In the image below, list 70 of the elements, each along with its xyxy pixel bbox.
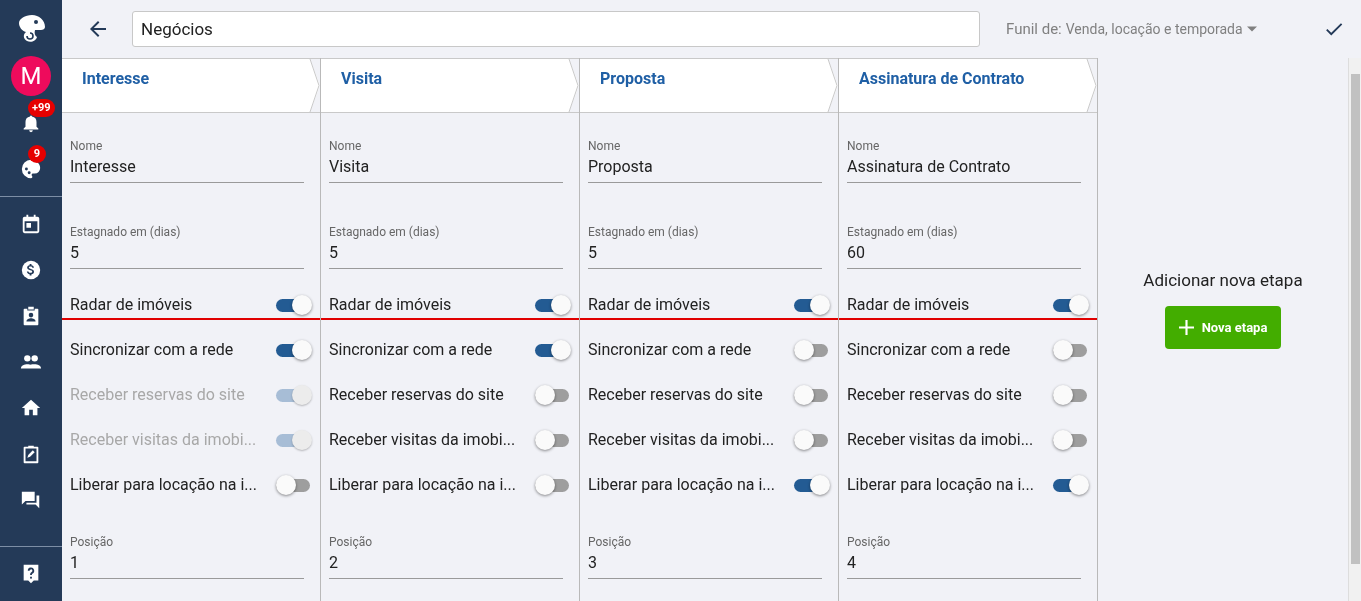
toggle-label: Sincronizar com a rede (70, 340, 234, 359)
toggle-switch[interactable] (1053, 428, 1089, 451)
toggle-label: Sincronizar com a rede (588, 340, 752, 359)
notification-badge: +99 (28, 99, 55, 117)
text-field[interactable]: Posição 1 (70, 535, 304, 579)
toggle-switch[interactable] (1053, 383, 1089, 406)
toggle-switch[interactable] (535, 473, 571, 496)
stage-header[interactable]: Proposta (580, 58, 838, 113)
toggle-label: Liberar para locação na i... (329, 475, 516, 494)
palette-icon[interactable] (20, 158, 42, 180)
toggle-switch[interactable] (276, 293, 312, 316)
text-field[interactable]: Nome Visita (329, 139, 563, 183)
chevron-icon (827, 59, 838, 112)
caret-icon (1246, 26, 1257, 32)
toggle-switch[interactable] (1053, 293, 1089, 316)
toggle-label: Receber reservas do site (588, 385, 763, 404)
add-stage-title: Adicionar nova etapa (1143, 270, 1303, 290)
toggle-label: Sincronizar com a rede (329, 340, 493, 359)
toggle-label: Liberar para locação na i... (588, 475, 775, 494)
dollar-icon[interactable] (20, 259, 42, 281)
toggle-switch[interactable] (1053, 473, 1089, 496)
toggle-label: Sincronizar com a rede (847, 340, 1011, 359)
toggle-label: Receber visitas da imobi... (70, 430, 257, 449)
toggle-label: Receber visitas da imobi... (329, 430, 516, 449)
toggle-switch[interactable] (794, 338, 830, 361)
toggle-switch[interactable] (794, 473, 830, 496)
text-field[interactable]: Posição 3 (588, 535, 822, 579)
toggle-label: Liberar para locação na i... (70, 475, 257, 494)
text-field[interactable]: Estagnado em (dias) 60 (847, 225, 1081, 269)
funnel-dropdown[interactable]: Funil de: Venda, locação e temporada (1006, 20, 1257, 38)
text-field[interactable]: Nome Assinatura de Contrato (847, 139, 1081, 183)
text-field[interactable]: Estagnado em (dias) 5 (588, 225, 822, 269)
toggle-switch[interactable] (535, 293, 571, 316)
toggle-switch[interactable] (276, 338, 312, 361)
toggle-switch[interactable] (794, 428, 830, 451)
toggle-label: Radar de imóveis (588, 295, 711, 314)
text-field[interactable]: Nome Interesse (70, 139, 304, 183)
notification-badge: 9 (28, 145, 46, 163)
toggle-label: Radar de imóveis (329, 295, 452, 314)
toggle-label: Receber reservas do site (329, 385, 504, 404)
toggle-label: Receber reservas do site (70, 385, 245, 404)
toggle-label: Radar de imóveis (847, 295, 970, 314)
user-avatar[interactable]: M (11, 56, 51, 96)
toggle-switch[interactable] (535, 383, 571, 406)
toggle-label: Liberar para locação na i... (847, 475, 1034, 494)
title-field[interactable]: Negócios (132, 11, 980, 47)
scrollbar[interactable] (1348, 58, 1361, 601)
stage-header[interactable]: Visita (321, 58, 579, 113)
text-field[interactable]: Posição 2 (329, 535, 563, 579)
toggle-switch[interactable] (535, 338, 571, 361)
text-field[interactable]: Posição 4 (847, 535, 1081, 579)
toggle-switch[interactable] (535, 428, 571, 451)
toggle-label: Receber reservas do site (847, 385, 1022, 404)
chevron-icon (568, 59, 579, 112)
text-field[interactable]: Estagnado em (dias) 5 (329, 225, 563, 269)
chevron-icon (309, 59, 320, 112)
toggle-switch[interactable] (1053, 338, 1089, 361)
chevron-icon (1086, 59, 1097, 112)
text-field[interactable]: Estagnado em (dias) 5 (70, 225, 304, 269)
calendar-icon[interactable] (20, 213, 42, 235)
toggle-switch[interactable] (794, 293, 830, 316)
plus-icon (1178, 320, 1194, 335)
toggle-switch[interactable] (794, 383, 830, 406)
toggle-label: Receber visitas da imobi... (588, 430, 775, 449)
toggle-label: Radar de imóveis (70, 295, 193, 314)
text-field[interactable]: Nome Proposta (588, 139, 822, 183)
stage-header[interactable]: Assinatura de Contrato (839, 58, 1097, 113)
stage-header[interactable]: Interesse (62, 58, 320, 113)
toggle-switch[interactable] (276, 473, 312, 496)
toggle-label: Receber visitas da imobi... (847, 430, 1034, 449)
